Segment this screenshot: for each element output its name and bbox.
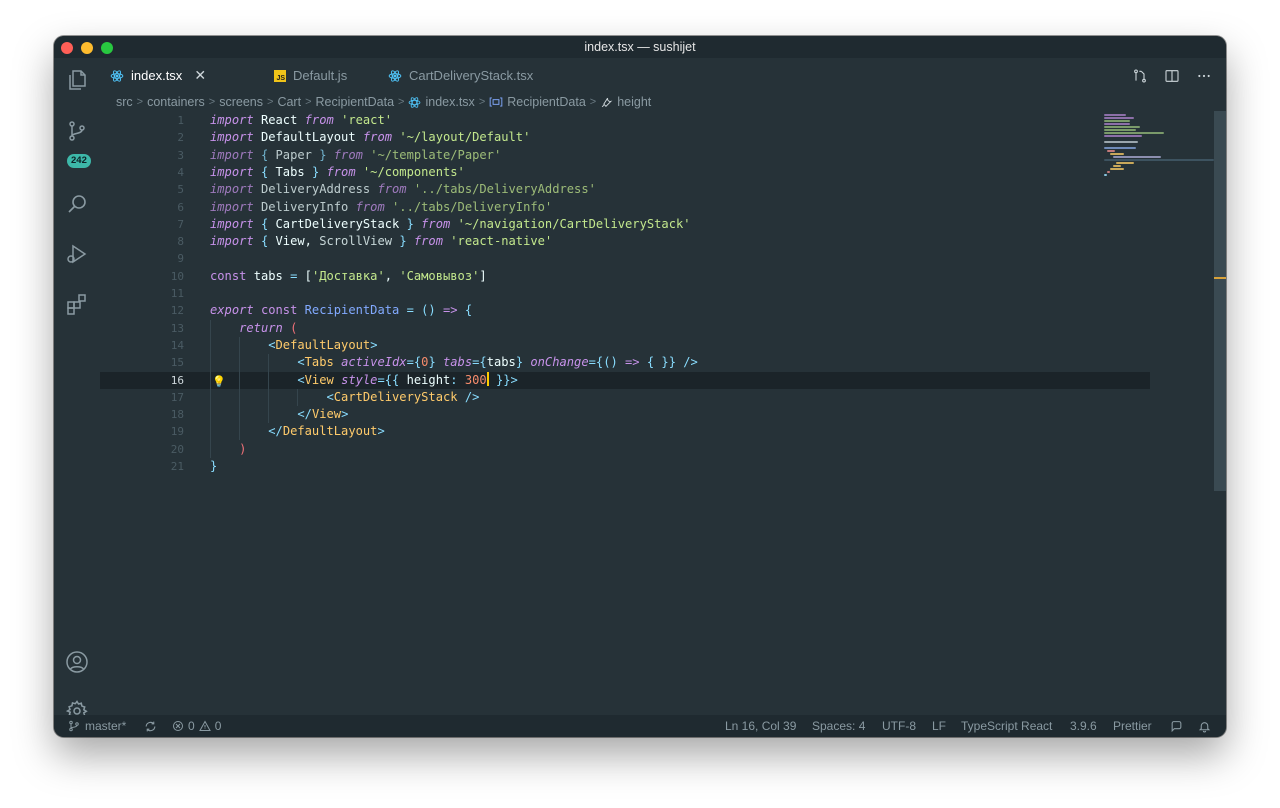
explorer-icon[interactable] xyxy=(65,68,89,92)
git-branch-icon xyxy=(69,720,79,732)
indent-guide xyxy=(268,354,269,424)
vscode-window: index.tsx — sushijet 242 index.tsx ✕ JS … xyxy=(54,36,1226,737)
title-bar: index.tsx — sushijet xyxy=(54,36,1226,58)
search-icon[interactable] xyxy=(65,192,89,216)
breadcrumb-item[interactable]: screens xyxy=(219,95,263,109)
warning-count: 0 xyxy=(214,719,222,733)
scrollbar-cursor-marker xyxy=(1214,277,1226,279)
breadcrumb: src > containers > screens > Cart > Recipien… xyxy=(116,95,652,109)
code-line: 1 import React from 'react' xyxy=(177,113,393,127)
notifications-bell-icon[interactable] xyxy=(1198,715,1211,737)
code-editor[interactable]: 1 import React from 'react' 2 import Defau… xyxy=(100,112,1150,492)
code-line: 8 import { View, ScrollView } from 'react… xyxy=(177,234,553,249)
breadcrumb-item[interactable]: RecipientData xyxy=(316,95,395,109)
code-line: 9 xyxy=(177,252,184,266)
code-line: 12 export const RecipientData = () => { xyxy=(170,303,473,318)
text-cursor xyxy=(486,371,489,386)
code-line: 10 const tabs = ['Доставка', 'Самовывоз'] xyxy=(170,268,487,283)
indentation-setting[interactable]: Spaces: 4 xyxy=(812,715,865,737)
scm-count-badge: 242 xyxy=(67,154,91,168)
encoding-setting[interactable]: UTF-8 xyxy=(882,715,916,737)
language-mode[interactable]: TypeScript React xyxy=(961,715,1052,737)
code-line: 18 </View> xyxy=(170,407,349,422)
tab-index-tsx[interactable]: index.tsx ✕ xyxy=(110,58,206,93)
code-line: 13 return ( xyxy=(170,320,298,335)
indent-guide xyxy=(210,319,211,458)
breadcrumb-item[interactable]: RecipientData xyxy=(507,95,586,109)
indent-guide xyxy=(239,336,240,440)
breadcrumb-item[interactable]: Cart xyxy=(277,95,301,109)
tab-label: index.tsx xyxy=(131,68,183,83)
run-debug-icon[interactable] xyxy=(65,242,89,266)
code-line: 14 <DefaultLayout> xyxy=(170,337,378,352)
branch-indicator[interactable]: master* xyxy=(68,715,126,737)
typescript-version[interactable]: 3.9.6 xyxy=(1070,715,1097,737)
react-icon xyxy=(408,96,421,109)
cursor-position[interactable]: Ln 16, Col 39 xyxy=(725,715,796,737)
minimize-window-button[interactable] xyxy=(81,42,93,54)
code-line: 17 <CartDeliveryStack /> xyxy=(170,389,480,404)
code-line: 21} xyxy=(170,459,218,473)
source-control-icon[interactable] xyxy=(65,119,89,143)
code-line-current: 16 💡 <View style={{ height: 300 }}> xyxy=(100,371,1150,389)
tab-label: CartDeliveryStack.tsx xyxy=(409,68,534,83)
extensions-icon[interactable] xyxy=(65,292,89,316)
close-tab-icon[interactable]: ✕ xyxy=(194,67,206,84)
code-line: 19 </DefaultLayout> xyxy=(170,424,385,439)
formatter-status[interactable]: Prettier xyxy=(1113,715,1152,737)
code-line: 11 xyxy=(170,287,184,300)
account-icon[interactable] xyxy=(65,650,89,674)
breadcrumb-item[interactable]: src xyxy=(116,95,133,109)
close-window-button[interactable] xyxy=(61,42,73,54)
react-icon xyxy=(110,69,124,83)
zoom-window-button[interactable] xyxy=(101,42,113,54)
editor-tab-bar: index.tsx ✕ JS Default.js CartDeliverySt… xyxy=(100,58,1226,93)
window-title: index.tsx — sushijet xyxy=(584,40,696,54)
code-line: 7 import { CartDeliveryStack } from '~/na… xyxy=(177,216,691,231)
code-line: 3 import { Paper } from '~/template/Paper… xyxy=(177,147,502,162)
traffic-lights xyxy=(61,42,113,54)
activity-bar: 242 xyxy=(54,58,100,722)
react-icon xyxy=(388,69,402,83)
js-icon: JS xyxy=(274,69,286,82)
eol-setting[interactable]: LF xyxy=(932,715,946,737)
error-icon xyxy=(173,721,183,731)
status-bar: master* 0 0 Ln 16, Col 39 Spaces: 4 UTF-… xyxy=(54,715,1226,737)
code-line: 20 ) xyxy=(170,441,247,456)
tab-default-js[interactable]: JS Default.js xyxy=(274,58,347,93)
editor-actions xyxy=(1132,58,1212,93)
breadcrumb-item[interactable]: index.tsx xyxy=(425,95,474,109)
wrench-icon xyxy=(600,96,613,109)
branch-name: master* xyxy=(85,719,127,733)
more-actions-icon[interactable] xyxy=(1196,68,1212,84)
code-line: 2 import DefaultLayout from '~/layout/Def… xyxy=(177,130,531,145)
code-line: 4 import { Tabs } from '~/components' xyxy=(177,164,465,179)
problems-indicator[interactable]: 0 0 xyxy=(172,715,221,737)
indent-guide xyxy=(297,388,298,406)
breadcrumb-item[interactable]: height xyxy=(617,95,651,109)
tab-label: Default.js xyxy=(293,68,348,83)
breadcrumb-item[interactable]: containers xyxy=(147,95,205,109)
tab-cartdeliverystack-tsx[interactable]: CartDeliveryStack.tsx xyxy=(388,58,533,93)
split-editor-icon[interactable] xyxy=(1164,68,1180,84)
open-changes-icon[interactable] xyxy=(1132,68,1148,84)
symbol-variable-icon xyxy=(489,96,503,108)
sync-icon[interactable] xyxy=(144,715,157,737)
feedback-icon[interactable] xyxy=(1170,715,1183,737)
code-line: 5 import DeliveryAddress from '../tabs/De… xyxy=(177,182,596,197)
error-count: 0 xyxy=(188,719,195,733)
warning-icon xyxy=(198,720,211,731)
vertical-scrollbar[interactable] xyxy=(1214,111,1226,491)
code-line: 6 import DeliveryInfo from '../tabs/Deliv… xyxy=(177,199,553,214)
minimap[interactable] xyxy=(1104,112,1214,192)
code-line: 15 <Tabs activeIdx={0} tabs={tabs} onCha… xyxy=(170,355,698,370)
